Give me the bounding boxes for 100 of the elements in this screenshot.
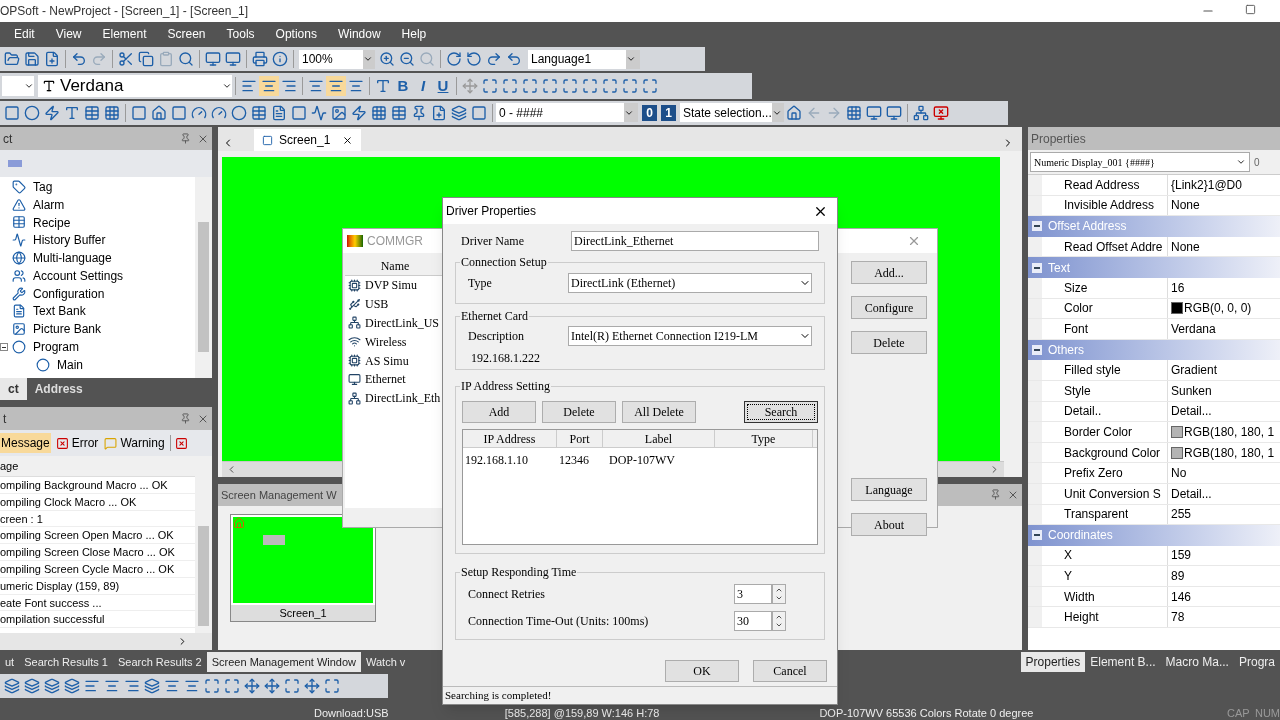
text-style-button[interactable]: U (433, 74, 453, 98)
group-title: IP Address Setting (460, 379, 551, 393)
properties-tab[interactable]: Progra (1233, 652, 1280, 672)
tree-item[interactable]: History Buffer (33, 231, 106, 250)
tree-item[interactable]: Picture Bank (33, 320, 102, 339)
group-title: Connection Setup (460, 255, 548, 269)
property-value[interactable]: 159 (1171, 546, 1192, 565)
group-title: Ethernet Card (460, 309, 529, 323)
driver-item[interactable]: DirectLink_US (365, 314, 439, 332)
properties-tab[interactable]: Properties (1020, 652, 1086, 672)
driver-item[interactable]: Wireless (365, 332, 407, 351)
dialog-button[interactable]: Add (462, 401, 536, 423)
font-dropdown[interactable]: Verdana (38, 75, 232, 97)
driver-item[interactable]: AS Simu (365, 351, 409, 370)
tree-item[interactable]: Text Bank (33, 302, 86, 321)
field-label: Connect Retries (468, 586, 546, 603)
bit-button[interactable]: 1 (661, 104, 676, 121)
menu-item[interactable]: Help (401, 25, 427, 43)
dialog-button[interactable]: All Delete (622, 401, 696, 423)
property-value[interactable]: 16 (1171, 278, 1185, 297)
property-value[interactable]: RGB(180, 180, 1 (1184, 443, 1275, 462)
driver-item[interactable]: DVP Simu (365, 276, 417, 295)
type-dropdown[interactable]: DirectLink (Ethernet) (568, 273, 812, 293)
property-value[interactable]: Sunken (1171, 381, 1212, 400)
commgr-button[interactable]: Add... (851, 261, 927, 284)
menu-item[interactable]: Options (275, 25, 317, 43)
menu-item[interactable]: View (55, 25, 82, 43)
property-value[interactable]: 146 (1171, 587, 1192, 606)
menu-item[interactable]: Edit (14, 25, 35, 43)
property-value[interactable]: Detail... (1171, 402, 1212, 421)
bottom-tab[interactable]: Watch v (361, 652, 411, 672)
driver-item[interactable]: DirectLink_Eth (365, 389, 441, 408)
text-style-button[interactable]: I (413, 74, 433, 98)
bottom-tab[interactable]: Screen Management Window (206, 652, 361, 672)
commgr-button[interactable]: Language (851, 478, 927, 501)
bit-button[interactable]: 0 (642, 104, 657, 121)
property-value[interactable]: None (1171, 196, 1200, 215)
column-header[interactable]: Port (557, 430, 603, 447)
format-dropdown[interactable]: 0 - #### (496, 103, 638, 122)
screen-thumbnail[interactable]: Screen_1 (230, 514, 376, 622)
panel-tab[interactable]: ct (0, 378, 27, 400)
property-value[interactable]: {Link2}1@D0 (1171, 175, 1242, 194)
driver-item[interactable]: Ethernet (365, 370, 406, 389)
properties-tab[interactable]: Macro Ma... (1160, 652, 1234, 672)
tree-item[interactable]: Account Settings (33, 266, 124, 285)
document-tab[interactable]: Screen_1 (254, 129, 362, 151)
tree-item[interactable]: Main (57, 355, 83, 374)
panel-title: ct (3, 130, 13, 148)
column-header[interactable]: Type (715, 430, 813, 447)
tree-item[interactable]: Recipe (33, 213, 71, 232)
filter-button[interactable]: Error (54, 433, 100, 453)
tree-item[interactable]: Alarm (33, 195, 65, 214)
property-value[interactable]: RGB(180, 180, 1 (1184, 422, 1275, 441)
dialog-button[interactable]: Search (744, 401, 818, 423)
property-value[interactable]: 89 (1171, 567, 1185, 586)
bottom-tab[interactable]: Search Results 1 (19, 652, 113, 672)
language-dropdown[interactable]: Language1 (528, 49, 640, 69)
bottom-tab[interactable]: ut (0, 652, 20, 672)
dialog-button[interactable]: OK (665, 660, 739, 682)
property-label: Read Address (1064, 176, 1140, 194)
description-dropdown[interactable]: Intel(R) Ethernet Connection I219-LM (568, 326, 812, 346)
column-header[interactable]: Label (603, 430, 715, 447)
filter-button[interactable]: Warning (103, 433, 166, 453)
status-text: Download:USB (314, 707, 389, 719)
properties-tab[interactable]: Element B... (1085, 652, 1161, 672)
commgr-button[interactable]: Configure (851, 296, 927, 319)
panel-tab[interactable]: Address (26, 378, 91, 400)
driver-item[interactable]: USB (365, 295, 389, 314)
property-value[interactable]: None (1171, 237, 1200, 256)
text-style-button[interactable]: B (393, 74, 413, 98)
menu-item[interactable]: Window (337, 25, 381, 43)
field-label: Description (468, 328, 525, 345)
property-value[interactable]: Verdana (1171, 319, 1216, 338)
property-value[interactable]: No (1171, 464, 1187, 483)
field-label: Type (468, 275, 493, 292)
column-header[interactable]: IP Address (463, 430, 557, 447)
driver-name-field[interactable]: DirectLink_Ethernet (571, 231, 819, 251)
tree-item[interactable]: Configuration (33, 284, 105, 303)
property-value[interactable]: Detail... (1171, 484, 1212, 503)
dialog-button[interactable]: Cancel (753, 660, 827, 682)
property-label: Read Offset Addre (1064, 238, 1163, 256)
tree-item[interactable]: Multi-language (33, 249, 112, 268)
state-dropdown[interactable]: State selection... (680, 103, 784, 122)
property-value[interactable]: 78 (1171, 608, 1185, 627)
dialog-button[interactable]: Delete (542, 401, 616, 423)
tree-item[interactable]: Program (33, 338, 79, 357)
commgr-button[interactable]: Delete (851, 331, 927, 354)
object-dropdown[interactable]: Numeric Display_001 {####} (1030, 152, 1250, 172)
property-value[interactable]: 255 (1171, 505, 1192, 524)
filter-button[interactable]: Message (0, 433, 51, 453)
menu-item[interactable]: Screen (167, 25, 206, 43)
property-value[interactable]: RGB(0, 0, 0) (1184, 299, 1252, 318)
property-label: Width (1064, 588, 1095, 606)
tree-item[interactable]: Tag (33, 177, 53, 196)
menu-item[interactable]: Element (102, 25, 147, 43)
property-value[interactable]: Gradient (1171, 361, 1218, 380)
bottom-tab[interactable]: Search Results 2 (112, 652, 207, 672)
menu-item[interactable]: Tools (226, 25, 255, 43)
commgr-button[interactable]: About (851, 513, 927, 536)
zoom-dropdown[interactable]: 100% (299, 49, 375, 69)
